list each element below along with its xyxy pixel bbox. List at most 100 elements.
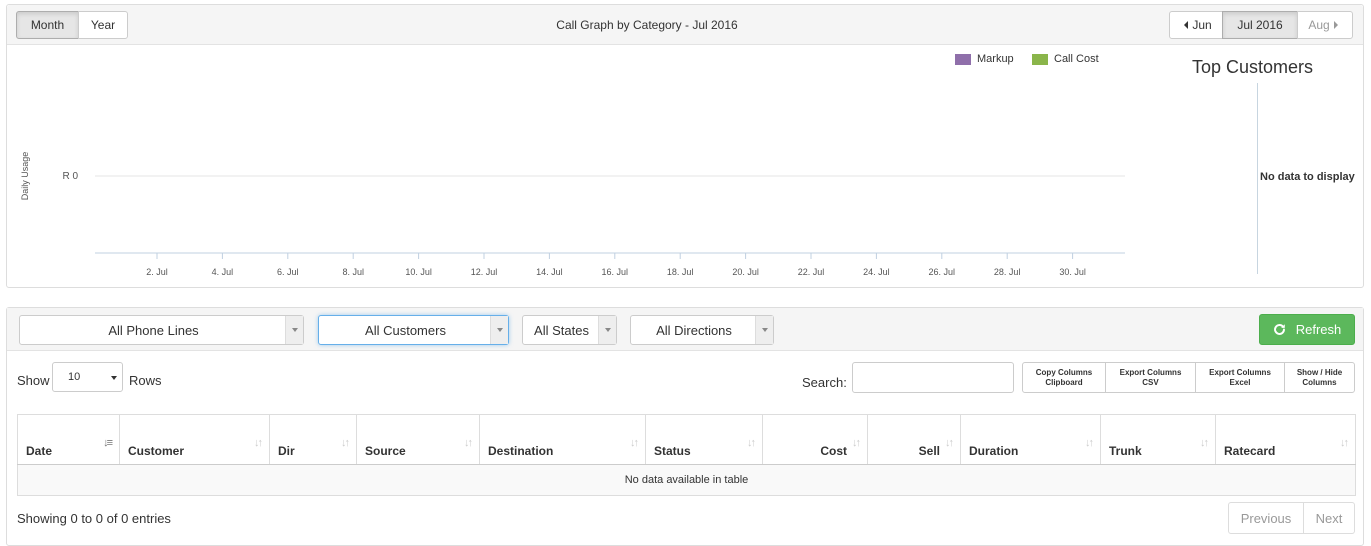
column-header-ratecard[interactable]: Ratecard ↓↑ bbox=[1215, 414, 1356, 465]
caret-right-icon bbox=[1333, 21, 1338, 29]
chevron-down-icon bbox=[490, 316, 508, 344]
show-label: Show bbox=[17, 373, 50, 388]
call-records-table: Date ↓≡ Customer ↓↑ Dir ↓↑ Source ↓↑ Destina… bbox=[17, 414, 1356, 496]
x-tick-label: 6. Jul bbox=[277, 267, 299, 277]
column-header-sell[interactable]: Sell ↓↑ bbox=[867, 414, 961, 465]
column-label: Dir bbox=[278, 443, 295, 458]
daily-usage-chart: Daily Usage R 0 2. Jul 4. Jul 6. Jul 8. Jul… bbox=[20, 152, 1125, 277]
export-excel-button[interactable]: Export Columns Excel bbox=[1195, 362, 1285, 393]
column-header-duration[interactable]: Duration ↓↑ bbox=[960, 414, 1101, 465]
customers-select[interactable]: All Customers bbox=[318, 315, 509, 345]
next-month-button[interactable]: Aug bbox=[1297, 11, 1353, 39]
column-header-cost[interactable]: Cost ↓↑ bbox=[762, 414, 868, 465]
y-axis-label: Daily Usage bbox=[20, 152, 30, 201]
x-tick-label: 2. Jul bbox=[146, 267, 168, 277]
x-tick-label: 26. Jul bbox=[929, 267, 956, 277]
sort-icon: ↓↑ bbox=[630, 437, 639, 449]
current-month-button[interactable]: Jul 2016 bbox=[1222, 11, 1298, 39]
x-tick-label: 28. Jul bbox=[994, 267, 1021, 277]
export-excel-sublabel: Excel bbox=[1229, 377, 1251, 387]
call-graph-panel: Month Year Call Graph by Category - Jul … bbox=[6, 4, 1364, 288]
rows-per-page-value: 10 bbox=[68, 371, 81, 383]
customers-value: All Customers bbox=[365, 322, 446, 338]
refresh-label: Refresh bbox=[1295, 322, 1342, 337]
column-label: Duration bbox=[969, 443, 1019, 458]
column-label: Source bbox=[365, 443, 406, 458]
refresh-icon bbox=[1273, 324, 1285, 335]
x-tick-label: 22. Jul bbox=[798, 267, 825, 277]
next-month-label: Aug bbox=[1308, 18, 1330, 32]
phone-lines-value: All Phone Lines bbox=[108, 322, 199, 338]
column-label: Status bbox=[654, 443, 691, 458]
show-hide-columns-button[interactable]: Show / Hide Columns bbox=[1284, 362, 1355, 393]
legend-item-markup[interactable]: Markup bbox=[955, 53, 1014, 65]
column-header-destination[interactable]: Destination ↓↑ bbox=[479, 414, 646, 465]
next-page-button[interactable]: Next bbox=[1304, 502, 1355, 534]
rows-per-page-select[interactable]: 10 bbox=[52, 362, 123, 392]
table-empty-message: No data available in table bbox=[17, 464, 1356, 496]
graph-header: Month Year Call Graph by Category - Jul … bbox=[7, 5, 1363, 45]
y-tick-label: R 0 bbox=[62, 171, 78, 182]
copy-columns-button[interactable]: Copy Columns Clipboard bbox=[1022, 362, 1106, 393]
rows-label: Rows bbox=[129, 373, 162, 388]
chevron-down-icon bbox=[598, 316, 616, 344]
search-input[interactable] bbox=[852, 362, 1014, 393]
x-tick-label: 20. Jul bbox=[732, 267, 759, 277]
sort-icon: ↓↑ bbox=[945, 437, 954, 449]
sort-icon: ↓↑ bbox=[1340, 437, 1349, 449]
table-header-row: Date ↓≡ Customer ↓↑ Dir ↓↑ Source ↓↑ Destina… bbox=[17, 414, 1356, 465]
phone-lines-select[interactable]: All Phone Lines bbox=[19, 315, 304, 345]
export-csv-button[interactable]: Export Columns CSV bbox=[1105, 362, 1196, 393]
column-label: Ratecard bbox=[1224, 443, 1276, 458]
column-label: Customer bbox=[128, 443, 185, 458]
sort-icon: ↓↑ bbox=[1085, 437, 1094, 449]
x-tick-label: 10. Jul bbox=[405, 267, 432, 277]
top-customers-empty: No data to display bbox=[1260, 171, 1355, 183]
legend-markup-label: Markup bbox=[977, 53, 1014, 65]
sort-icon: ↓↑ bbox=[254, 437, 263, 449]
refresh-button[interactable]: Refresh bbox=[1259, 314, 1355, 345]
table-info: Showing 0 to 0 of 0 entries bbox=[17, 511, 171, 526]
column-label: Sell bbox=[918, 443, 940, 458]
caret-left-icon bbox=[1184, 21, 1189, 29]
column-label: Cost bbox=[820, 443, 847, 458]
call-records-panel: All Phone Lines All Customers All States… bbox=[6, 307, 1364, 546]
pagination: Previous Next bbox=[1228, 502, 1355, 534]
column-header-status[interactable]: Status ↓↑ bbox=[645, 414, 763, 465]
legend-call-cost-label: Call Cost bbox=[1054, 53, 1099, 65]
x-tick-label: 14. Jul bbox=[536, 267, 563, 277]
prev-month-button[interactable]: Jun bbox=[1169, 11, 1223, 39]
column-label: Destination bbox=[488, 443, 554, 458]
sort-icon: ↓↑ bbox=[341, 437, 350, 449]
markup-swatch bbox=[955, 53, 971, 65]
x-tick-label: 12. Jul bbox=[471, 267, 498, 277]
column-header-source[interactable]: Source ↓↑ bbox=[356, 414, 480, 465]
x-tick-label: 24. Jul bbox=[863, 267, 890, 277]
states-select[interactable]: All States bbox=[522, 315, 617, 345]
sort-icon: ↓↑ bbox=[1200, 437, 1209, 449]
x-tick-label: 30. Jul bbox=[1059, 267, 1086, 277]
export-csv-label: Export Columns bbox=[1119, 367, 1182, 377]
column-header-trunk[interactable]: Trunk ↓↑ bbox=[1100, 414, 1216, 465]
legend-item-call-cost[interactable]: Call Cost bbox=[1032, 53, 1099, 65]
x-tick-label: 4. Jul bbox=[212, 267, 234, 277]
table-row: No data available in table bbox=[17, 464, 1356, 496]
x-tick-label: 18. Jul bbox=[667, 267, 694, 277]
export-excel-label: Export Columns bbox=[1209, 367, 1271, 377]
copy-columns-label: Copy Columns bbox=[1035, 367, 1093, 377]
x-tick-label: 16. Jul bbox=[602, 267, 629, 277]
sort-icon: ↓↑ bbox=[747, 437, 756, 449]
sort-icon: ↓↑ bbox=[852, 437, 861, 449]
directions-value: All Directions bbox=[656, 322, 732, 338]
next-page-label: Next bbox=[1315, 510, 1343, 526]
x-axis-ticks: 2. Jul 4. Jul 6. Jul 8. Jul 10. Jul 12. Jul 14… bbox=[146, 253, 1086, 277]
previous-page-label: Previous bbox=[1240, 510, 1292, 526]
directions-select[interactable]: All Directions bbox=[630, 315, 774, 345]
previous-page-button[interactable]: Previous bbox=[1228, 502, 1304, 534]
chevron-down-icon bbox=[285, 316, 303, 344]
column-header-date[interactable]: Date ↓≡ bbox=[17, 414, 120, 465]
x-tick-label: 8. Jul bbox=[342, 267, 364, 277]
column-header-dir[interactable]: Dir ↓↑ bbox=[269, 414, 357, 465]
graph-title: Call Graph by Category - Jul 2016 bbox=[556, 18, 738, 32]
column-header-customer[interactable]: Customer ↓↑ bbox=[119, 414, 270, 465]
